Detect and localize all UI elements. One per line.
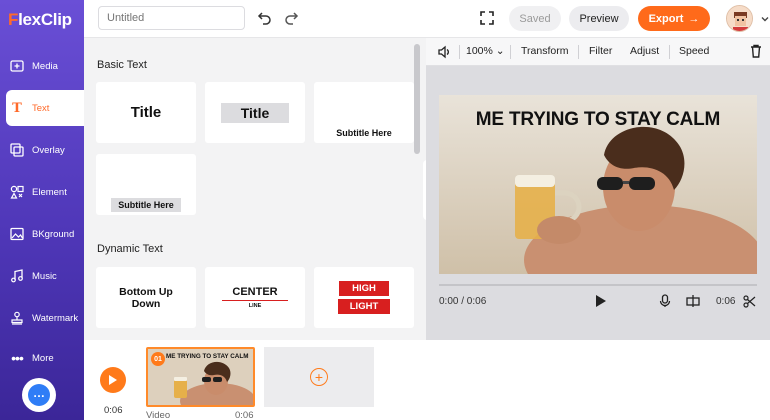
sidebar-item-label: Music (32, 270, 57, 282)
volume-icon[interactable] (437, 45, 451, 62)
dynamic-card-highlight[interactable]: HIGH LIGHT (314, 267, 414, 328)
plus-icon: + (310, 368, 328, 386)
text-card-subtitle-boxed[interactable]: Subtitle Here (96, 154, 196, 215)
card-line1: CENTER (232, 285, 278, 298)
divider-line (222, 299, 288, 302)
card-line1: HIGH (339, 281, 389, 296)
duration-time: 0:06 (716, 296, 736, 307)
export-label: Export (648, 12, 684, 25)
chat-support-button[interactable]: … (22, 378, 56, 412)
clip-duration: 0:06 (235, 410, 254, 420)
sidebar-item-label: Media (32, 60, 58, 72)
sidebar-item-label: Element (32, 186, 67, 198)
timeline: 0:06 01 ME TRYING TO STAY CALM + Video 0… (84, 340, 770, 420)
clip-type-label: Video (146, 410, 171, 420)
text-card-title[interactable]: Title (96, 82, 196, 143)
timeline-clip[interactable]: 01 ME TRYING TO STAY CALM (146, 347, 255, 407)
sidebar-item-watermark[interactable]: Watermark (0, 300, 84, 336)
chat-icon: … (28, 384, 50, 406)
current-time: 0:00 / 0:06 (439, 296, 487, 307)
overlay-icon (10, 143, 24, 157)
playback-progress-bar[interactable] (439, 284, 757, 286)
panel-scrollbar[interactable] (414, 44, 420, 154)
microphone-icon[interactable] (658, 294, 672, 308)
card-line1: Bottom Up (119, 285, 173, 298)
video-preview[interactable]: ME TRYING TO STAY CALM (439, 95, 757, 274)
saved-button[interactable]: Saved (509, 6, 561, 31)
more-icon: ••• (11, 350, 24, 366)
redo-icon[interactable] (282, 9, 300, 27)
project-title-input[interactable] (98, 6, 245, 30)
element-icon (10, 185, 24, 199)
video-caption-text[interactable]: ME TRYING TO STAY CALM (439, 109, 757, 131)
sidebar-item-label: More (32, 352, 54, 364)
fullscreen-icon[interactable] (478, 9, 496, 27)
sidebar-item-label: Text (32, 102, 50, 114)
zoom-select[interactable]: 100% ⌄ (466, 45, 505, 57)
music-icon (10, 269, 24, 283)
preview-button[interactable]: Preview (569, 6, 629, 31)
sidebar-item-media[interactable]: Media (0, 48, 84, 84)
edit-toolbar: 100% ⌄ Transform Filter Adjust Speed (426, 38, 770, 66)
undo-icon[interactable] (256, 9, 274, 27)
background-icon (10, 227, 24, 241)
sidebar-item-label: Overlay (32, 144, 65, 156)
clip-caption: ME TRYING TO STAY CALM (166, 353, 249, 360)
speed-button[interactable]: Speed (679, 45, 709, 57)
dynamic-card-bottom-up[interactable]: Bottom Up Down (96, 267, 196, 328)
zoom-value: 100% (466, 45, 493, 57)
chevron-down-icon: ⌄ (495, 45, 505, 57)
clip-number-badge: 01 (151, 352, 165, 366)
filter-button[interactable]: Filter (589, 45, 612, 57)
dynamic-card-center-line[interactable]: CENTER LINE (205, 267, 305, 328)
sidebar-item-label: BKground (32, 228, 75, 240)
timeline-time: 0:06 (104, 405, 123, 416)
sidebar-item-text[interactable]: T Text (6, 90, 84, 126)
export-button[interactable]: Export → (638, 6, 710, 31)
card-label: Subtitle Here (111, 198, 181, 212)
scissors-icon[interactable] (742, 294, 756, 308)
trash-icon[interactable] (750, 44, 762, 61)
top-bar: Saved Preview Export → (84, 0, 770, 38)
media-icon (10, 59, 24, 73)
card-label: Subtitle Here (336, 128, 392, 138)
sidebar-item-overlay[interactable]: Overlay (0, 132, 84, 168)
preview-area: 100% ⌄ Transform Filter Adjust Speed ME … (426, 38, 770, 340)
avatar[interactable] (726, 5, 753, 32)
timeline-play-button[interactable] (100, 367, 126, 393)
card-label: Title (130, 104, 162, 121)
sidebar-item-music[interactable]: Music (0, 258, 84, 294)
text-card-title-boxed[interactable]: Title (205, 82, 305, 143)
play-icon[interactable] (594, 294, 608, 308)
card-line2: LINE (248, 303, 262, 310)
play-icon (109, 375, 117, 385)
sidebar-item-more[interactable]: ••• More (0, 340, 84, 376)
arrow-right-icon: → (688, 12, 700, 25)
split-icon[interactable] (686, 294, 700, 308)
add-scene-button[interactable]: + (264, 347, 374, 407)
text-card-subtitle[interactable]: Subtitle Here (314, 82, 414, 143)
card-line2: Down (131, 297, 161, 310)
sidebar-item-element[interactable]: Element (0, 174, 84, 210)
basic-text-heading: Basic Text (97, 59, 147, 71)
watermark-icon (10, 311, 24, 325)
sidebar-item-bkground[interactable]: BKground (0, 216, 84, 252)
app-logo[interactable]: FlexClip (8, 10, 72, 30)
text-panel: Basic Text Title Title Subtitle Here Sub… (84, 38, 426, 340)
chevron-down-icon[interactable] (756, 10, 770, 28)
dynamic-text-heading: Dynamic Text (97, 243, 163, 255)
adjust-button[interactable]: Adjust (630, 45, 659, 57)
sidebar: FlexClip Media T Text Overlay Element BK… (0, 0, 84, 420)
sidebar-item-label: Watermark (32, 312, 79, 324)
card-label: Title (220, 102, 290, 123)
transform-button[interactable]: Transform (521, 45, 568, 57)
text-icon: T (12, 100, 22, 116)
card-line2: LIGHT (337, 299, 391, 314)
